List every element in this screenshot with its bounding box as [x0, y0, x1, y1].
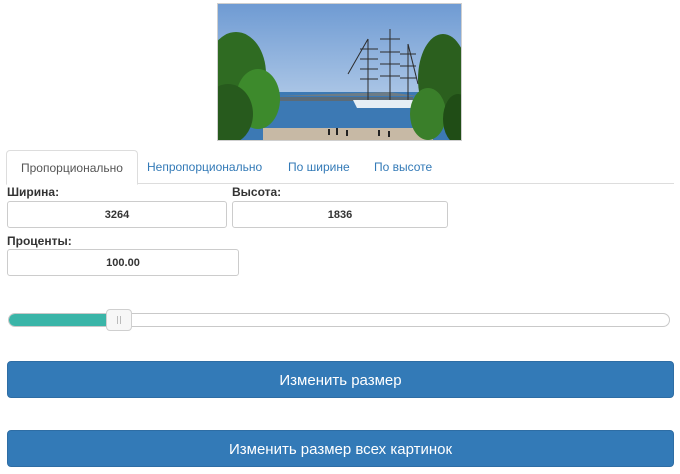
tab-proportional[interactable]: Пропорционально: [6, 150, 138, 185]
resize-button[interactable]: Изменить размер: [7, 361, 674, 398]
height-label: Высота:: [232, 185, 282, 199]
scale-slider[interactable]: [8, 309, 670, 331]
tab-by-height[interactable]: По высоте: [360, 150, 446, 184]
resize-mode-tabs: Пропорционально Непропорционально По шир…: [6, 150, 674, 185]
tab-non-proportional[interactable]: Непропорционально: [133, 150, 276, 184]
resize-all-button[interactable]: Изменить размер всех картинок: [7, 430, 674, 467]
percent-input[interactable]: [7, 249, 239, 276]
percent-label: Проценты:: [7, 234, 72, 248]
slider-fill: [9, 314, 119, 326]
width-input[interactable]: [7, 201, 227, 228]
width-label: Ширина:: [7, 185, 60, 199]
slider-handle[interactable]: [106, 309, 132, 331]
image-preview: [217, 3, 462, 141]
harbor-photo: [218, 4, 461, 140]
tab-by-width[interactable]: По ширине: [274, 150, 364, 184]
height-input[interactable]: [232, 201, 448, 228]
